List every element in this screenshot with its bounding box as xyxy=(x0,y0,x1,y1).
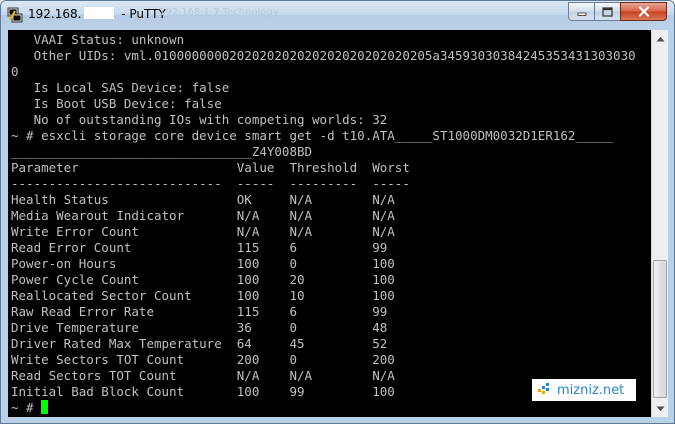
window-title: 192.168. - PuTTY xyxy=(28,7,166,21)
terminal-line: Write Error Count N/A N/A N/A xyxy=(11,224,395,239)
terminal-line: Is Local SAS Device: false xyxy=(11,80,230,95)
terminal-line: Initial Bad Block Count 100 99 100 xyxy=(11,384,395,399)
terminal-line: VAAI Status: unknown xyxy=(11,32,185,47)
terminal-prompt-line[interactable]: ~ # xyxy=(11,400,49,416)
close-button[interactable] xyxy=(620,2,667,21)
shell-prompt: ~ # xyxy=(11,400,42,415)
arrow-up-icon xyxy=(656,36,664,41)
title-host-prefix: 192.168. xyxy=(28,7,82,21)
terminal-line: Read Sectors TOT Count N/A N/A N/A xyxy=(11,368,395,383)
scrollbar-thumb[interactable] xyxy=(653,260,667,398)
terminal-line: Power Cycle Count 100 20 100 xyxy=(11,272,395,287)
watermark-text: mizniz.net xyxy=(557,382,625,398)
close-icon xyxy=(638,6,649,17)
terminal-line: ~ # esxcli storage core device smart get… xyxy=(11,128,614,143)
maximize-icon xyxy=(602,6,613,17)
maximize-button[interactable] xyxy=(594,2,621,21)
terminal-line: Raw Read Error Rate 115 6 99 xyxy=(11,304,388,319)
terminal-line: ---------------------------- ----- -----… xyxy=(11,176,410,191)
terminal-line: Is Boot USB Device: false xyxy=(11,96,222,111)
scroll-down-button[interactable] xyxy=(652,400,668,417)
title-bar[interactable]: 192.168. - PuTTY 192.168.1.7 Technology xyxy=(1,1,674,29)
terminal-line: Write Sectors TOT Count 200 0 200 xyxy=(11,352,395,367)
terminal-line: Parameter Value Threshold Worst xyxy=(11,160,410,175)
terminal-line: No of outstanding IOs with competing wor… xyxy=(11,112,388,127)
terminal-line: Media Wearout Indicator N/A N/A N/A xyxy=(11,208,395,223)
terminal-line: Driver Rated Max Temperature 64 45 52 xyxy=(11,336,388,351)
text-cursor xyxy=(41,400,49,414)
scroll-up-button[interactable] xyxy=(652,30,668,47)
watermark-logo-icon xyxy=(538,383,549,394)
terminal-line: Drive Temperature 36 0 48 xyxy=(11,320,388,335)
putty-window: 192.168. - PuTTY 192.168.1.7 Technology … xyxy=(0,0,675,424)
terminal-area[interactable]: VAAI Status: unknown Other UIDs: vml.010… xyxy=(8,30,651,417)
watermark: mizniz.net xyxy=(532,379,636,401)
terminal-line: Health Status OK N/A N/A xyxy=(11,192,395,207)
minimize-icon xyxy=(577,12,586,16)
arrow-down-icon xyxy=(656,406,664,411)
background-title-ghost: 192.168.1.7 Technology xyxy=(159,7,279,18)
minimize-button[interactable] xyxy=(568,2,595,21)
terminal-line: 0 xyxy=(11,64,19,79)
putty-icon[interactable] xyxy=(7,7,23,23)
terminal-line: Other UIDs: vml.010000000020202020202020… xyxy=(11,48,636,63)
redacted-host-block xyxy=(84,7,115,19)
terminal-line: ________________________________Z4Y008BD xyxy=(11,144,313,159)
terminal-line: Read Error Count 115 6 99 xyxy=(11,240,388,255)
terminal-line: Reallocated Sector Count 100 10 100 xyxy=(11,288,395,303)
vertical-scrollbar[interactable] xyxy=(651,30,668,417)
terminal-line: Power-on Hours 100 0 100 xyxy=(11,256,395,271)
